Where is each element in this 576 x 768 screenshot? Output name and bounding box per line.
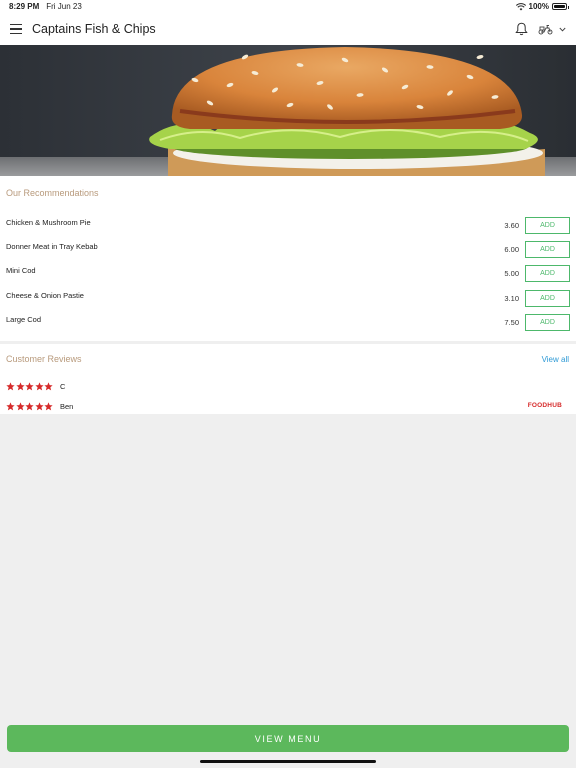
status-date: Fri Jun 23 <box>46 2 82 11</box>
item-price: 7.50 <box>504 317 519 327</box>
recommendations-title: Our Recommendations <box>6 188 99 198</box>
star-icon <box>6 401 15 410</box>
delivery-mode-selector[interactable] <box>538 24 566 35</box>
item-price: 6.00 <box>504 245 519 255</box>
recommendation-item: Large Cod 7.50 ADD <box>0 313 576 337</box>
item-name: Large Cod <box>6 314 42 324</box>
star-icon <box>44 381 53 390</box>
add-button[interactable]: ADD <box>525 241 570 259</box>
add-button[interactable]: ADD <box>525 289 570 307</box>
star-rating <box>6 381 53 391</box>
star-icon <box>15 401 25 410</box>
item-name: Donner Meat in Tray Kebab <box>6 242 98 252</box>
status-right: 100% <box>515 2 569 11</box>
battery-fill <box>554 5 565 8</box>
star-icon <box>34 401 44 410</box>
page-title: Captains Fish & Chips <box>32 22 156 36</box>
star-icon <box>15 381 25 390</box>
status-bar: 8:29 PM Fri Jun 23 100% <box>0 0 576 13</box>
view-all-link[interactable]: View all <box>542 355 569 364</box>
reviews-title: Customer Reviews <box>6 354 82 364</box>
status-time: 8:29 PM <box>9 2 40 11</box>
hero-burger-image <box>0 45 576 176</box>
header-actions <box>515 22 566 36</box>
wifi-icon <box>515 2 526 10</box>
star-icon <box>6 381 15 390</box>
recommendation-item: Cheese & Onion Pastie 3.10 ADD <box>0 289 576 313</box>
review-item: C <box>6 380 566 392</box>
customer-reviews-section: Customer Reviews View all C Ben FOODHUB <box>0 344 576 414</box>
review-item: Ben FOODHUB <box>6 400 566 412</box>
add-button[interactable]: ADD <box>525 313 570 331</box>
reviewer-name: Ben <box>60 401 74 411</box>
recommendations-section: Our Recommendations Chicken & Mushroom P… <box>0 176 576 341</box>
star-icon <box>25 401 34 410</box>
star-icon <box>44 401 53 410</box>
star-icon <box>34 381 44 390</box>
scooter-icon <box>538 24 553 34</box>
recommendation-item: Chicken & Mushroom Pie 3.60 ADD <box>0 216 576 240</box>
battery-percent: 100% <box>528 2 549 11</box>
home-indicator <box>200 760 376 763</box>
item-price: 3.10 <box>504 293 519 303</box>
item-price: 3.60 <box>504 221 519 230</box>
battery-icon <box>552 3 569 10</box>
star-icon <box>25 381 34 390</box>
foodhub-logo: FOODHUB <box>527 402 562 409</box>
bell-icon[interactable] <box>515 22 528 36</box>
add-button[interactable]: ADD <box>525 265 570 283</box>
recommendations-list: Chicken & Mushroom Pie 3.60 ADD Donner M… <box>0 216 576 337</box>
chevron-down-icon <box>559 27 566 32</box>
item-name: Chicken & Mushroom Pie <box>6 218 91 227</box>
add-button[interactable]: ADD <box>525 217 570 234</box>
star-rating <box>6 401 53 411</box>
item-name: Mini Cod <box>6 266 36 276</box>
recommendation-item: Mini Cod 5.00 ADD <box>0 264 576 288</box>
recommendation-item: Donner Meat in Tray Kebab 6.00 ADD <box>0 240 576 264</box>
item-name: Cheese & Onion Pastie <box>6 290 84 300</box>
app-header: Captains Fish & Chips <box>0 13 576 45</box>
item-price: 5.00 <box>504 269 519 279</box>
view-menu-button[interactable]: VIEW MENU <box>7 725 569 752</box>
reviewer-name: C <box>60 381 66 391</box>
menu-icon[interactable] <box>10 24 22 34</box>
